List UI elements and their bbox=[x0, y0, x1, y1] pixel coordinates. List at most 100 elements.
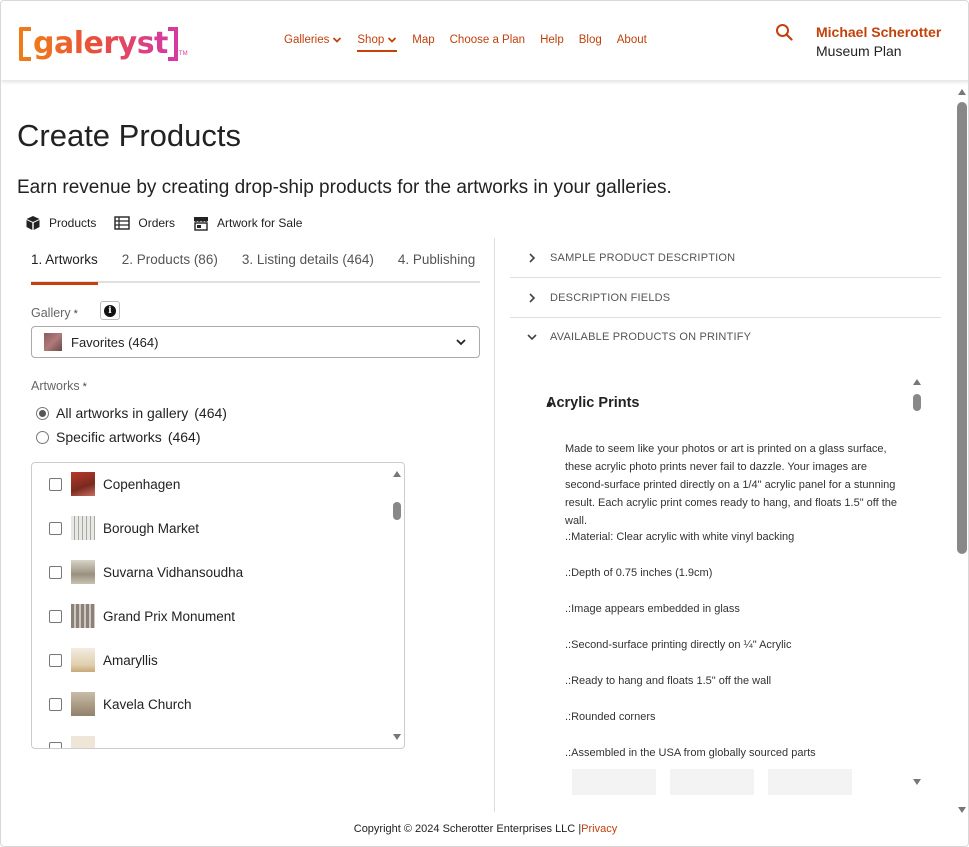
list-item[interactable]: Grand Prix Monument bbox=[49, 603, 235, 629]
chevron-down-icon bbox=[456, 339, 466, 346]
list-item[interactable]: Suvarna Vidhansoudha bbox=[49, 559, 243, 585]
artwork-thumbnail bbox=[71, 472, 95, 496]
gallery-label-text: Gallery bbox=[31, 306, 71, 320]
artwork-thumbnail bbox=[71, 516, 95, 540]
artworks-label-text: Artworks bbox=[31, 379, 80, 393]
logo-text: galeryst bbox=[33, 26, 168, 61]
list-item[interactable]: Amaryllis bbox=[49, 647, 158, 673]
list-item[interactable] bbox=[49, 735, 103, 748]
privacy-link[interactable]: Privacy bbox=[581, 823, 617, 835]
required-marker: * bbox=[82, 381, 87, 393]
tab-artworks[interactable]: 1. Artworks bbox=[31, 249, 98, 285]
artwork-thumbnail bbox=[71, 692, 95, 716]
checkbox[interactable] bbox=[49, 609, 62, 623]
tab-listing-details[interactable]: 3. Listing details (464) bbox=[242, 249, 374, 281]
chevron-down-icon bbox=[388, 37, 397, 43]
logo-bracket-right bbox=[167, 27, 178, 61]
radio-specific-artworks[interactable]: Specific artworks (464) bbox=[36, 429, 201, 445]
store-icon bbox=[194, 217, 209, 231]
product-feature: .:Second-surface printing directly on ¼"… bbox=[565, 639, 792, 651]
radio-label: Specific artworks bbox=[56, 429, 162, 445]
accordion-label: AVAILABLE PRODUCTS ON PRINTIFY bbox=[550, 331, 752, 343]
chevron-down-icon bbox=[527, 334, 537, 341]
scroll-down-arrow-icon[interactable] bbox=[393, 734, 401, 740]
product-scrollbar[interactable] bbox=[910, 371, 924, 795]
product-feature: .:Depth of 0.75 inches (1.9cm) bbox=[565, 567, 713, 579]
artwork-thumbnail bbox=[71, 560, 95, 584]
product-description: Made to seem like your photos or art is … bbox=[565, 443, 898, 527]
pane-divider bbox=[494, 238, 495, 812]
artwork-thumbnail bbox=[71, 736, 95, 748]
artwork-name: Kavela Church bbox=[103, 696, 192, 712]
scroll-up-arrow-icon[interactable] bbox=[393, 471, 401, 477]
user-name[interactable]: Michael Scherotter bbox=[816, 24, 941, 40]
accordion-label: DESCRIPTION FIELDS bbox=[550, 291, 671, 304]
scroll-thumb[interactable] bbox=[393, 502, 401, 520]
radio-label: All artworks in gallery bbox=[56, 405, 189, 421]
wizard-tabs: 1. Artworks 2. Products (86) 3. Listing … bbox=[31, 249, 480, 285]
product-feature: .:Ready to hang and floats 1.5" off the … bbox=[565, 675, 772, 687]
scroll-down-arrow-icon[interactable] bbox=[913, 779, 921, 785]
nav-blog[interactable]: Blog bbox=[579, 34, 602, 46]
list-item[interactable]: Borough Market bbox=[49, 515, 199, 541]
gallery-info-button[interactable]: i bbox=[100, 301, 120, 320]
subnav-label: Orders bbox=[138, 216, 176, 230]
chevron-down-icon bbox=[333, 37, 342, 43]
tab-publishing[interactable]: 4. Publishing bbox=[398, 249, 475, 281]
scroll-down-arrow-icon[interactable] bbox=[958, 807, 966, 813]
gallery-select[interactable]: Favorites (464) bbox=[31, 326, 480, 358]
logo-trademark: TM bbox=[178, 51, 188, 57]
scroll-thumb[interactable] bbox=[957, 102, 967, 554]
product-feature: .:Rounded corners bbox=[565, 711, 656, 723]
scroll-up-arrow-icon[interactable] bbox=[913, 379, 921, 385]
subnav-artwork-for-sale[interactable]: Artwork for Sale bbox=[193, 215, 302, 231]
search-icon[interactable] bbox=[775, 23, 793, 41]
product-image bbox=[670, 769, 754, 795]
artwork-name: Amaryllis bbox=[103, 652, 158, 668]
app-window: galeryst TM Galleries Shop Map Choose a … bbox=[0, 0, 969, 847]
tab-products[interactable]: 2. Products (86) bbox=[122, 249, 218, 281]
scroll-thumb[interactable] bbox=[913, 394, 921, 411]
nav-label: Blog bbox=[578, 34, 602, 46]
radio-all-artworks[interactable]: All artworks in gallery (464) bbox=[36, 405, 227, 421]
accordion-sample-description[interactable]: SAMPLE PRODUCT DESCRIPTION bbox=[510, 238, 941, 278]
page-scrollbar[interactable] bbox=[956, 87, 968, 817]
gallery-thumbnail bbox=[44, 333, 62, 351]
main-nav: Galleries Shop Map Choose a Plan Help Bl… bbox=[284, 34, 662, 52]
subnav-orders[interactable]: Orders bbox=[114, 215, 175, 231]
accordion-description-fields[interactable]: DESCRIPTION FIELDS bbox=[510, 278, 941, 318]
nav-label: Galleries bbox=[284, 34, 330, 46]
checkbox[interactable] bbox=[49, 521, 62, 535]
nav-shop[interactable]: Shop bbox=[357, 34, 398, 52]
list-item[interactable]: Copenhagen bbox=[49, 471, 180, 497]
list-item[interactable]: Kavela Church bbox=[49, 691, 192, 717]
subnav-products[interactable]: Products bbox=[25, 215, 96, 231]
checkbox[interactable] bbox=[49, 477, 62, 491]
nav-about[interactable]: About bbox=[617, 34, 647, 46]
nav-label: Shop bbox=[357, 34, 385, 46]
accordion-available-products[interactable]: AVAILABLE PRODUCTS ON PRINTIFY bbox=[510, 317, 941, 357]
nav-choose-plan[interactable]: Choose a Plan bbox=[450, 34, 525, 46]
required-marker: * bbox=[73, 308, 78, 320]
checkbox[interactable] bbox=[49, 741, 62, 748]
chevron-right-icon bbox=[529, 252, 536, 263]
artwork-thumbnail bbox=[71, 604, 95, 628]
nav-label: About bbox=[616, 34, 647, 46]
nav-map[interactable]: Map bbox=[412, 34, 434, 46]
radio-button[interactable] bbox=[36, 430, 49, 444]
artwork-name: Copenhagen bbox=[103, 476, 181, 492]
checkbox[interactable] bbox=[49, 565, 62, 579]
checkbox[interactable] bbox=[49, 697, 62, 711]
galeryst-logo[interactable]: galeryst TM bbox=[19, 21, 188, 61]
nav-help[interactable]: Help bbox=[540, 34, 564, 46]
list-scrollbar[interactable] bbox=[390, 463, 404, 748]
radio-button[interactable] bbox=[36, 406, 49, 420]
radio-count: (464) bbox=[167, 429, 201, 445]
scroll-up-arrow-icon[interactable] bbox=[958, 89, 966, 95]
product-feature: .:Assembled in the USA from globally sou… bbox=[565, 747, 816, 759]
nav-galleries[interactable]: Galleries bbox=[284, 34, 342, 46]
site-header: galeryst TM Galleries Shop Map Choose a … bbox=[1, 1, 968, 80]
radio-count: (464) bbox=[194, 405, 227, 421]
list-icon bbox=[114, 216, 131, 230]
checkbox[interactable] bbox=[49, 653, 62, 667]
